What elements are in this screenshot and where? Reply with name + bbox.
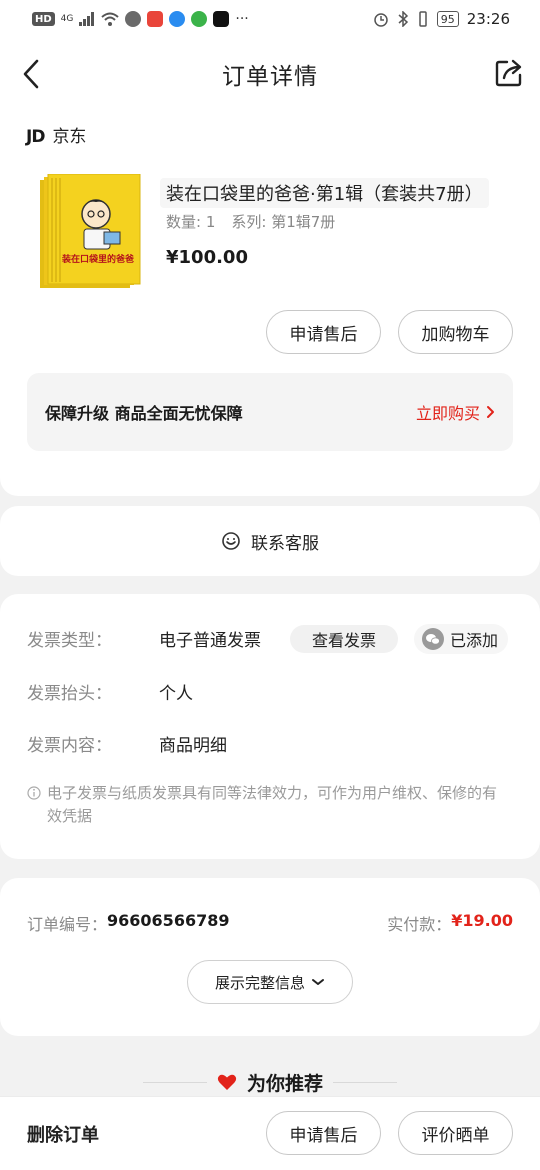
show-full-info-button[interactable]: 展示完整信息 xyxy=(187,960,353,1004)
invoice-content-label: 发票内容： xyxy=(27,736,112,756)
page-header: 订单详情 xyxy=(0,38,540,110)
battery-indicator: 95 xyxy=(436,11,459,27)
heart-icon xyxy=(217,1074,237,1090)
order-number-label: 订单编号： xyxy=(27,915,108,934)
app-blue-icon xyxy=(169,11,186,27)
invoice-type-row: 发票类型： 电子普通发票 xyxy=(27,626,261,651)
bottom-action-bar: 删除订单 申请售后 评价晒单 xyxy=(0,1096,540,1170)
invoice-type-value: 电子普通发票 xyxy=(159,631,261,651)
review-button[interactable]: 评价晒单 xyxy=(398,1111,513,1155)
invoice-header-value: 个人 xyxy=(159,684,193,704)
delete-order-button[interactable]: 删除订单 xyxy=(27,1121,99,1147)
order-product-card: JD 京东 装在口袋里的爸爸 装在口袋里的爸爸·第1辑（套装共7册） 数量: 1… xyxy=(0,110,540,496)
guarantee-banner[interactable]: 保障升级 商品全面无忧保障 立即购买 xyxy=(27,373,513,451)
product-meta: 数量: 1 系列: 第1辑7册 xyxy=(166,211,335,232)
jd-logo: JD xyxy=(26,127,45,147)
customer-service-icon xyxy=(222,532,240,550)
order-number-value[interactable]: 96606566789 xyxy=(107,911,229,935)
chevron-right-icon xyxy=(487,406,494,418)
info-icon xyxy=(27,786,41,800)
added-label: 已添加 xyxy=(450,631,499,650)
invoice-card: 发票类型： 电子普通发票 查看发票 已添加 发票抬头： 个人 发票内容： 商品明… xyxy=(0,594,540,859)
invoice-content-value: 商品明细 xyxy=(159,736,227,756)
tiktok-icon xyxy=(213,11,230,27)
chevron-down-icon xyxy=(312,979,324,985)
bluetooth-icon xyxy=(398,11,408,27)
paid-amount: 实付款： ¥19.00 xyxy=(387,911,513,935)
shop-name: 京东 xyxy=(52,127,87,147)
product-image[interactable]: 装在口袋里的爸爸 xyxy=(38,174,142,290)
invoice-note-text: 电子发票与纸质发票具有同等法律效力，可作为用户维权、保修的有效凭据 xyxy=(47,784,498,825)
shop-row[interactable]: JD 京东 xyxy=(26,122,86,147)
product-cover-text: 装在口袋里的爸爸 xyxy=(61,253,134,265)
contact-support-button[interactable]: 联系客服 xyxy=(0,506,540,576)
buy-now-link[interactable]: 立即购买 xyxy=(416,400,495,424)
status-bar: HD 4G ··· 95 23:26 xyxy=(0,0,540,38)
more-notifications-icon: ··· xyxy=(235,11,249,27)
page-title: 订单详情 xyxy=(222,64,318,90)
invoice-type-label: 发票类型： xyxy=(27,631,112,651)
clock: 23:26 xyxy=(466,10,510,28)
invoice-header-row: 发票抬头： 个人 xyxy=(27,679,193,704)
paid-amount-value: ¥19.00 xyxy=(451,911,513,930)
view-invoice-button[interactable]: 查看发票 xyxy=(290,625,398,653)
share-button[interactable] xyxy=(492,56,526,90)
guarantee-title: 保障升级 商品全面无忧保障 xyxy=(45,404,243,423)
wechat-icon xyxy=(125,11,142,27)
chevron-left-icon xyxy=(23,59,39,89)
status-right: 95 23:26 xyxy=(373,10,510,28)
wifi-icon xyxy=(101,12,120,26)
recommend-title: 为你推荐 xyxy=(246,1072,323,1095)
app-green-icon xyxy=(191,11,208,27)
order-number: 订单编号： 96606566789 xyxy=(27,911,229,935)
paid-amount-label: 实付款： xyxy=(387,915,452,934)
product-title[interactable]: 装在口袋里的爸爸·第1辑（套装共7册） xyxy=(160,178,489,208)
app-red-icon xyxy=(147,11,164,27)
bottom-after-sale-button[interactable]: 申请售后 xyxy=(266,1111,381,1155)
show-full-info-label: 展示完整信息 xyxy=(214,973,305,992)
divider-right xyxy=(333,1081,397,1083)
invoice-header-label: 发票抬头： xyxy=(27,684,112,704)
product-price: ¥100.00 xyxy=(166,247,248,268)
wechat-icon xyxy=(422,628,444,650)
alarm-icon xyxy=(374,13,388,27)
add-to-cart-button[interactable]: 加购物车 xyxy=(398,310,513,354)
order-info-card: 订单编号： 96606566789 实付款： ¥19.00 展示完整信息 xyxy=(0,878,540,1036)
after-sale-button[interactable]: 申请售后 xyxy=(266,310,381,354)
hd-badge: HD xyxy=(32,12,55,26)
divider-left xyxy=(142,1081,207,1083)
network-type: 4G xyxy=(60,14,74,24)
share-icon xyxy=(495,59,522,87)
product-series: 系列: 第1辑7册 xyxy=(231,213,336,231)
signal-icon xyxy=(79,12,95,26)
buy-now-label: 立即购买 xyxy=(415,404,480,423)
invoice-note: 电子发票与纸质发票具有同等法律效力，可作为用户维权、保修的有效凭据 xyxy=(27,782,497,828)
back-button[interactable] xyxy=(18,58,44,90)
wechat-added-chip[interactable]: 已添加 xyxy=(414,624,509,654)
vibrate-icon xyxy=(419,11,427,27)
product-quantity: 数量: 1 xyxy=(166,213,216,231)
contact-support-label: 联系客服 xyxy=(251,533,319,554)
status-left: HD 4G ··· xyxy=(32,11,249,27)
invoice-content-row: 发票内容： 商品明细 xyxy=(27,731,227,756)
